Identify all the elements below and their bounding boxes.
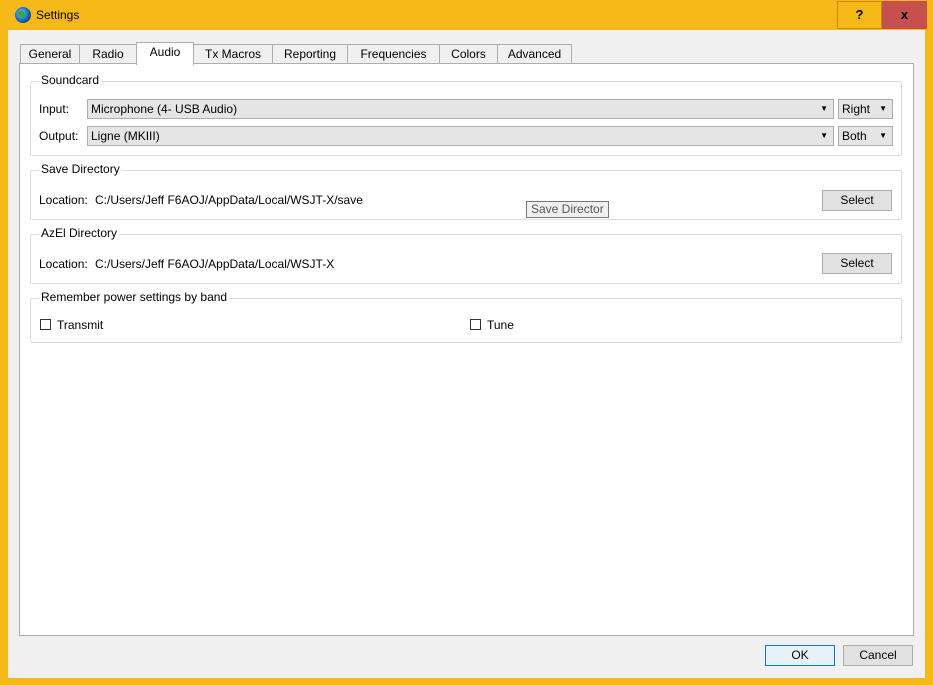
tune-checkbox[interactable] (470, 319, 481, 330)
tab-tx-macros[interactable]: Tx Macros (193, 44, 273, 64)
save-directory-group: Save Directory Location: C:/Users/Jeff F… (30, 162, 902, 220)
close-button[interactable]: x (882, 1, 927, 29)
tab-general[interactable]: General (20, 44, 80, 64)
input-label: Input: (39, 102, 70, 116)
save-location-label: Location: (39, 193, 88, 207)
azel-select-button[interactable]: Select (822, 253, 892, 274)
save-location-path: C:/Users/Jeff F6AOJ/AppData/Local/WSJT-X… (95, 193, 363, 207)
azel-directory-group: AzEl Directory Location: C:/Users/Jeff F… (30, 226, 902, 284)
transmit-label: Transmit (57, 318, 104, 332)
power-settings-group: Remember power settings by band Transmit… (30, 290, 902, 343)
input-device-value: Microphone (4- USB Audio) (91, 102, 238, 116)
output-label: Output: (39, 129, 79, 143)
chevron-down-icon: ▼ (820, 131, 828, 140)
soundcard-title: Soundcard (39, 73, 102, 87)
globe-icon (15, 7, 31, 23)
save-select-button[interactable]: Select (822, 190, 892, 211)
output-channel-value: Both (842, 129, 867, 143)
azel-directory-title: AzEl Directory (39, 226, 120, 240)
save-directory-title: Save Directory (39, 162, 122, 176)
azel-location-path: C:/Users/Jeff F6AOJ/AppData/Local/WSJT-X (95, 257, 335, 271)
power-settings-title: Remember power settings by band (39, 290, 230, 304)
chevron-down-icon: ▼ (879, 131, 887, 140)
output-device-value: Ligne (MKIII) (91, 129, 160, 143)
tooltip: Save Director (526, 201, 609, 218)
tab-reporting[interactable]: Reporting (272, 44, 348, 64)
input-channel-select[interactable]: Right ▼ (838, 99, 893, 119)
tab-audio[interactable]: Audio (136, 42, 194, 65)
help-button[interactable]: ? (837, 1, 882, 29)
settings-window: Settings ? x General Radio Audio Tx Macr… (0, 0, 933, 685)
output-channel-select[interactable]: Both ▼ (838, 126, 893, 146)
ok-button[interactable]: OK (765, 645, 835, 666)
dialog-body: General Radio Audio Tx Macros Reporting … (8, 30, 925, 678)
tune-label: Tune (487, 318, 514, 332)
audio-tab-page: Soundcard Input: Microphone (4- USB Audi… (19, 63, 914, 636)
tab-colors[interactable]: Colors (439, 44, 498, 64)
input-channel-value: Right (842, 102, 871, 116)
azel-location-label: Location: (39, 257, 88, 271)
tab-advanced[interactable]: Advanced (497, 44, 572, 64)
cancel-button[interactable]: Cancel (843, 645, 913, 666)
soundcard-group: Soundcard Input: Microphone (4- USB Audi… (30, 73, 902, 156)
chevron-down-icon: ▼ (820, 104, 828, 113)
tab-radio[interactable]: Radio (79, 44, 137, 64)
chevron-down-icon: ▼ (879, 104, 887, 113)
input-device-select[interactable]: Microphone (4- USB Audio) ▼ (87, 99, 834, 119)
transmit-checkbox[interactable] (40, 319, 51, 330)
tab-frequencies[interactable]: Frequencies (347, 44, 440, 64)
output-device-select[interactable]: Ligne (MKIII) ▼ (87, 126, 834, 146)
title-bar[interactable]: Settings ? x (0, 0, 933, 30)
window-title: Settings (36, 8, 80, 22)
